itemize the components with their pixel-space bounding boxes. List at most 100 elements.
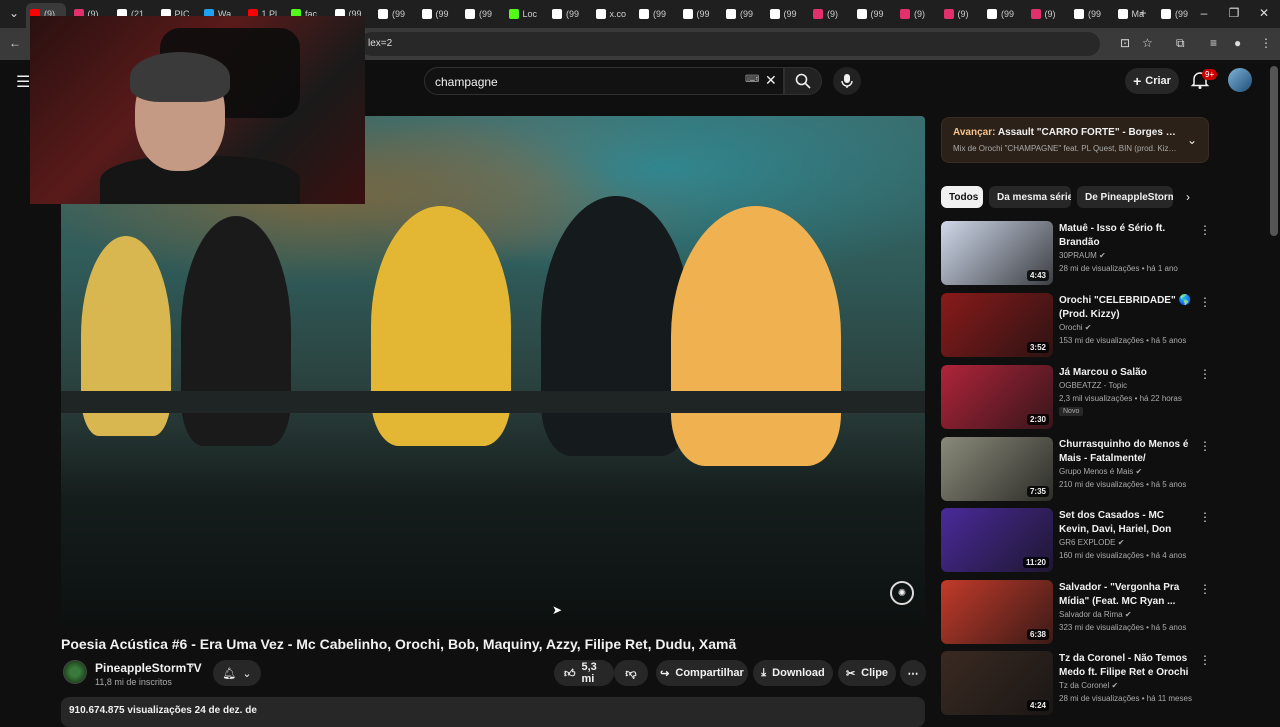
tab-favicon-icon <box>595 9 606 19</box>
dislike-button[interactable]: 👎︎ <box>614 660 648 686</box>
menu-icon[interactable]: ☰ <box>16 72 30 92</box>
scissors-icon: ✂ <box>845 667 856 680</box>
video-thumbnail[interactable]: 3:52 <box>941 293 1053 357</box>
recommendation-channel[interactable]: Grupo Menos é Mais ✔ <box>1059 467 1142 476</box>
share-button[interactable]: ↪ Compartilhar <box>656 660 748 686</box>
maximize-icon[interactable]: ❐ <box>1226 6 1242 20</box>
plus-icon: + <box>1133 73 1142 89</box>
chevron-right-icon[interactable]: › <box>1186 190 1190 204</box>
more-options-icon[interactable]: ⋮ <box>1199 295 1211 309</box>
recommendation-item[interactable]: 7:35 Churrasquinho do Menos é Mais - Fata… <box>941 437 1211 503</box>
browser-tab[interactable]: (99 <box>1161 4 1188 24</box>
close-window-icon[interactable]: ✕ <box>1256 6 1272 20</box>
browser-tab[interactable]: x.co <box>595 4 626 24</box>
recommendation-channel[interactable]: GR6 EXPLODE ✔ <box>1059 538 1124 547</box>
subscription-bell-button[interactable]: 🔔︎ ⌄ <box>213 660 261 686</box>
recommendation-meta: 153 mi de visualizações • há 5 anos <box>1059 336 1187 345</box>
browser-tab[interactable]: Loc <box>508 4 537 24</box>
recommendation-title[interactable]: Matuê - Isso é Sério ft. Brandão <box>1059 222 1195 250</box>
media-control-icon[interactable]: ≡ <box>1210 36 1217 50</box>
recommendation-item[interactable]: 3:52 Orochi "CELEBRIDADE" 🌎 (Prod. Kizzy)… <box>941 293 1211 359</box>
recommendation-channel[interactable]: Orochi ✔ <box>1059 323 1092 332</box>
browser-tab[interactable]: (99 <box>465 4 492 24</box>
browser-tab[interactable]: (99 <box>682 4 710 24</box>
extensions-icon[interactable]: ⧉ <box>1176 36 1185 51</box>
install-icon[interactable]: ⊡ <box>1120 36 1130 50</box>
browser-tab[interactable]: (9) <box>943 4 969 24</box>
channel-watermark-icon[interactable]: ✺ <box>890 581 914 605</box>
video-thumbnail[interactable]: 7:35 <box>941 437 1053 501</box>
video-thumbnail[interactable]: 4:43 <box>941 221 1053 285</box>
channel-name[interactable]: PineappleStormTV <box>95 661 202 675</box>
chip-same-series[interactable]: Da mesma série <box>989 186 1071 208</box>
chip-all[interactable]: Todos <box>941 186 983 208</box>
recommendation-item[interactable]: 2:30 Já Marcou o Salão OGBEATZZ - Topic 2,3… <box>941 365 1211 431</box>
browser-menu-icon[interactable]: ⋮ <box>1260 36 1272 50</box>
video-thumbnail[interactable]: 6:38 <box>941 580 1053 644</box>
description-box[interactable]: 910.674.875 visualizações 24 de dez. de <box>61 697 925 727</box>
create-button[interactable]: + Criar <box>1125 68 1179 94</box>
tab-favicon-icon <box>682 9 693 19</box>
voice-search-button[interactable] <box>833 67 861 95</box>
browser-tab[interactable]: (9) <box>813 4 838 24</box>
clear-search-icon[interactable]: ✕ <box>765 72 777 89</box>
recommendation-title[interactable]: Churrasquinho do Menos é Mais - Fatalmen… <box>1059 438 1195 466</box>
recommendation-channel[interactable]: Tz da Coronel ✔ <box>1059 681 1118 690</box>
keyboard-icon[interactable]: ⌨ <box>745 74 759 85</box>
video-thumbnail[interactable]: 11:20 <box>941 508 1053 572</box>
mouse-cursor-icon: ➤ <box>552 603 563 617</box>
recommendation-channel[interactable]: Salvador da Rima ✔ <box>1059 610 1132 619</box>
account-avatar[interactable] <box>1228 68 1252 92</box>
recommendation-channel[interactable]: 30PRAUM ✔ <box>1059 251 1106 260</box>
browser-tab[interactable]: (99 <box>421 4 449 24</box>
recommendation-item[interactable]: 4:43 Matuê - Isso é Sério ft. Brandão 30PR… <box>941 221 1211 287</box>
video-frame-table <box>61 391 925 413</box>
browser-tab[interactable]: (99 <box>1074 4 1101 24</box>
recommendation-title[interactable]: Já Marcou o Salão <box>1059 366 1195 380</box>
video-thumbnail[interactable]: 2:30 <box>941 365 1053 429</box>
recommendation-item[interactable]: 11:20 Set dos Casados - MC Kevin, Davi, H… <box>941 508 1211 574</box>
scrollbar[interactable] <box>1270 66 1278 236</box>
browser-tab[interactable]: (9) <box>900 4 925 24</box>
browser-tab[interactable]: (99 <box>552 4 579 24</box>
recommendation-title[interactable]: Orochi "CELEBRIDADE" 🌎 (Prod. Kizzy) <box>1059 294 1195 322</box>
bookmark-star-icon[interactable]: ☆ <box>1142 36 1153 50</box>
chip-from-channel[interactable]: De PineappleStormT <box>1077 186 1173 208</box>
browser-tab[interactable]: (99 <box>856 4 884 24</box>
new-tab-button[interactable]: + <box>1135 6 1151 20</box>
tab-label: (99 <box>870 9 884 19</box>
video-thumbnail[interactable]: 4:24 <box>941 651 1053 715</box>
download-button[interactable]: ⤓ Download <box>753 660 833 686</box>
browser-tab[interactable]: (99 <box>378 4 405 24</box>
more-options-icon[interactable]: ⋮ <box>1199 582 1211 596</box>
chevron-down-icon[interactable]: ⌄ <box>1187 133 1197 147</box>
more-options-icon[interactable]: ⋮ <box>1199 510 1211 524</box>
recommendation-title[interactable]: Set dos Casados - MC Kevin, Davi, Hariel… <box>1059 509 1195 537</box>
profile-icon[interactable]: ● <box>1234 36 1241 50</box>
browser-tab[interactable]: (99 <box>639 4 666 24</box>
browser-tab[interactable]: (99 <box>726 4 753 24</box>
clip-button[interactable]: ✂ Clipe <box>838 660 896 686</box>
search-button[interactable] <box>784 67 822 95</box>
channel-avatar[interactable] <box>63 660 87 684</box>
more-actions-button[interactable]: ⋯ <box>900 660 926 686</box>
recommendation-title[interactable]: Salvador - "Vergonha Pra Mídia" (Feat. M… <box>1059 581 1195 609</box>
search-input[interactable]: champagne ⌨ ✕ <box>424 67 784 95</box>
browser-tab[interactable]: (9) <box>1030 4 1056 24</box>
more-options-icon[interactable]: ⋮ <box>1199 653 1211 667</box>
more-options-icon[interactable]: ⋮ <box>1199 439 1211 453</box>
url-field[interactable]: lex=2 <box>360 32 1100 56</box>
back-icon[interactable]: ← <box>9 36 21 50</box>
browser-tab[interactable]: (99 <box>987 4 1014 24</box>
autoplay-next-card[interactable]: Avançar: Assault "CARRO FORTE" - Borges … <box>941 117 1209 163</box>
recommendation-item[interactable]: 4:24 Tz da Coronel - Não Temos Medo ft. F… <box>941 651 1211 717</box>
browser-tab[interactable]: (99 <box>769 4 797 24</box>
recommendation-item[interactable]: 6:38 Salvador - "Vergonha Pra Mídia" (Fea… <box>941 580 1211 646</box>
minimize-icon[interactable]: – <box>1196 6 1212 20</box>
like-button[interactable]: 👍︎ 5,3 mi <box>554 660 614 686</box>
more-options-icon[interactable]: ⋮ <box>1199 223 1211 237</box>
recommendation-title[interactable]: Tz da Coronel - Não Temos Medo ft. Filip… <box>1059 652 1195 680</box>
tab-search-icon[interactable]: ⌄ <box>6 6 22 20</box>
recommendation-channel[interactable]: OGBEATZZ - Topic <box>1059 381 1127 390</box>
more-options-icon[interactable]: ⋮ <box>1199 367 1211 381</box>
